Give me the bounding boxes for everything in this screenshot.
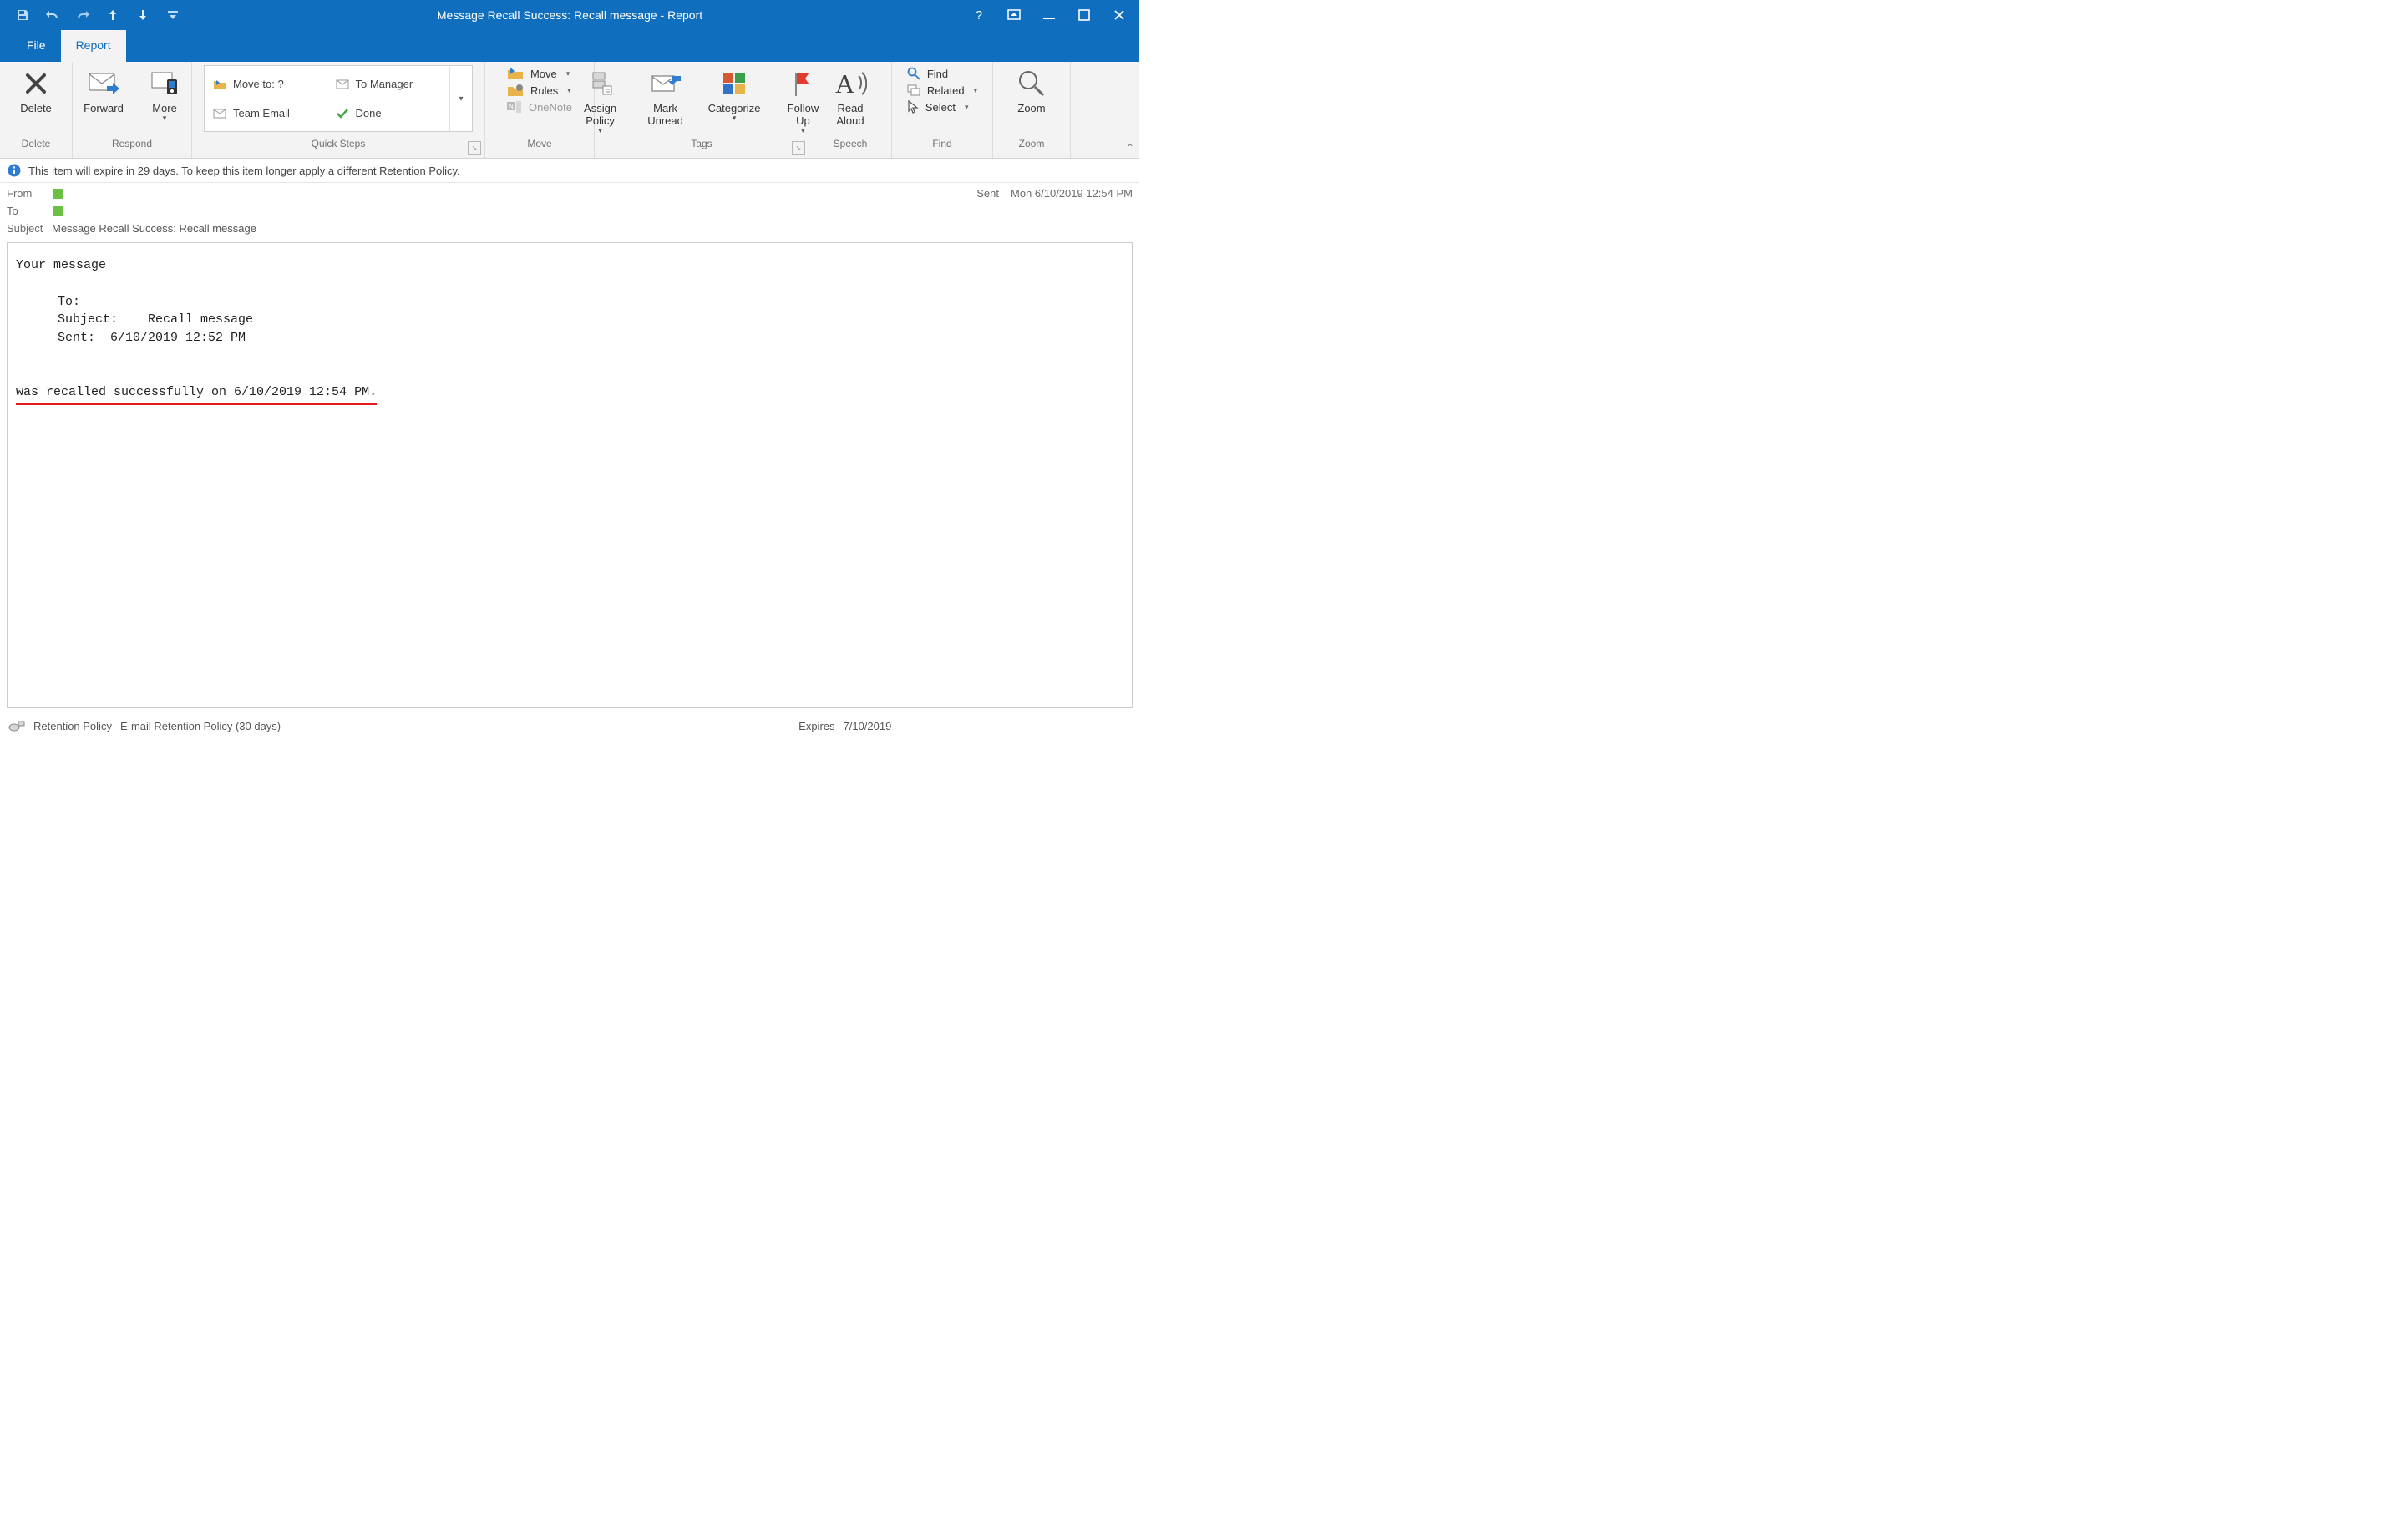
tags-dialog-launcher[interactable]: ↘ — [792, 141, 805, 155]
retention-badge-icon — [8, 719, 25, 732]
body-intro: Your message — [16, 256, 1123, 275]
expires-label: Expires — [798, 720, 834, 732]
tab-report[interactable]: Report — [61, 30, 126, 62]
body-subject-label: Subject: — [58, 312, 118, 327]
window-title: Message Recall Success: Recall message -… — [437, 8, 702, 22]
ribbon-tabs: File Report — [0, 30, 1139, 62]
select-cursor-icon — [907, 100, 919, 114]
minimize-icon[interactable] — [1041, 7, 1057, 23]
tab-file[interactable]: File — [12, 30, 61, 62]
save-icon[interactable] — [15, 8, 30, 23]
presence-indicator — [53, 189, 63, 199]
team-email-icon — [213, 109, 226, 119]
expires-value: 7/10/2019 — [844, 720, 892, 732]
help-icon[interactable]: ? — [971, 7, 987, 23]
categorize-icon — [717, 67, 751, 100]
chevron-down-icon: ▾ — [598, 126, 602, 134]
undo-icon[interactable] — [45, 8, 60, 23]
body-sent-label: Sent: — [58, 331, 95, 345]
find-button[interactable]: Find — [907, 67, 977, 80]
retention-policy-value: E-mail Retention Policy (30 days) — [120, 720, 281, 732]
recall-result-text: was recalled successfully on 6/10/2019 1… — [16, 383, 377, 405]
more-respond-icon — [148, 67, 181, 100]
select-menu[interactable]: Select▾ — [907, 100, 977, 114]
customize-qat-icon[interactable] — [165, 8, 180, 23]
quick-steps-gallery[interactable]: Move to: ? Team Email To Manager Done — [204, 65, 473, 132]
status-bar: Retention Policy E-mail Retention Policy… — [0, 715, 1139, 742]
window-controls: ? — [971, 7, 1139, 23]
ribbon: Delete Delete Forward More ▾ Respond — [0, 62, 1139, 159]
quick-steps-dialog-launcher[interactable]: ↘ — [468, 141, 481, 155]
subject-value: Message Recall Success: Recall message — [52, 222, 256, 235]
quickstep-team-email[interactable]: Team Email — [213, 107, 319, 119]
mark-unread-icon — [649, 67, 682, 100]
info-bar-text: This item will expire in 29 days. To kee… — [28, 165, 460, 177]
group-tags: Assign Policy ▾ Mark Unread Categorize ▾ — [595, 62, 809, 158]
onenote-button: N OneNote — [507, 100, 572, 114]
info-icon — [7, 163, 22, 178]
mark-unread-button[interactable]: Mark Unread — [635, 63, 697, 128]
read-aloud-icon: A — [834, 67, 867, 100]
assign-policy-button[interactable]: Assign Policy ▾ — [570, 63, 631, 134]
message-header: From Sent Mon 6/10/2019 12:54 PM To Subj… — [0, 183, 1139, 237]
retention-policy-label: Retention Policy — [33, 720, 112, 732]
group-delete: Delete Delete — [0, 62, 73, 158]
onenote-icon: N — [507, 100, 522, 114]
subject-label: Subject — [7, 222, 52, 235]
previous-item-icon[interactable] — [105, 8, 120, 23]
chevron-down-icon: ▾ — [801, 126, 805, 134]
categorize-button[interactable]: Categorize ▾ — [700, 63, 769, 122]
svg-text:N: N — [509, 103, 514, 110]
group-respond: Forward More ▾ Respond — [73, 62, 192, 158]
sent-label: Sent — [976, 187, 999, 200]
search-icon — [907, 67, 920, 80]
group-find: Find Related▾ Select▾ Find — [892, 62, 993, 158]
rules-menu[interactable]: Rules▾ — [507, 84, 572, 97]
group-quick-steps: Move to: ? Team Email To Manager Done — [192, 62, 485, 158]
from-label: From — [7, 187, 52, 200]
retention-info-bar: This item will expire in 29 days. To kee… — [0, 159, 1139, 183]
read-aloud-button[interactable]: A Read Aloud — [819, 63, 881, 128]
quick-access-toolbar — [0, 8, 180, 23]
move-menu[interactable]: Move▾ — [507, 67, 572, 80]
svg-text:A: A — [835, 68, 854, 99]
folder-move-icon — [213, 79, 226, 90]
rules-icon — [507, 84, 524, 97]
presence-indicator — [53, 206, 63, 216]
collapse-ribbon-icon[interactable]: ⌃ — [1126, 142, 1134, 154]
forward-button[interactable]: Forward — [73, 63, 134, 115]
forward-icon — [87, 67, 120, 100]
body-sent-value: 6/10/2019 12:52 PM — [110, 331, 246, 345]
body-to-label: To: — [58, 295, 80, 309]
redo-icon[interactable] — [75, 8, 90, 23]
done-check-icon — [336, 108, 349, 119]
title-bar: Message Recall Success: Recall message -… — [0, 0, 1139, 30]
related-icon — [907, 84, 920, 97]
quickstep-to-manager[interactable]: To Manager — [336, 78, 442, 90]
body-subject-value: Recall message — [148, 312, 253, 327]
delete-icon — [19, 67, 53, 100]
assign-policy-icon — [584, 67, 617, 100]
quickstep-move-to[interactable]: Move to: ? — [213, 78, 319, 90]
to-label: To — [7, 205, 52, 217]
move-folder-icon — [507, 67, 524, 80]
group-speech: A Read Aloud Speech — [809, 62, 892, 158]
quick-steps-expand[interactable]: ▾ — [449, 66, 472, 131]
next-item-icon[interactable] — [135, 8, 150, 23]
more-respond-button[interactable]: More ▾ — [138, 63, 191, 122]
zoom-button[interactable]: Zoom — [1001, 63, 1062, 115]
chevron-down-icon: ▾ — [163, 114, 167, 122]
zoom-icon — [1015, 67, 1048, 100]
message-body: Your message To: Subject: Recall message… — [7, 242, 1133, 708]
delete-button[interactable]: Delete — [5, 63, 67, 115]
chevron-down-icon: ▾ — [733, 114, 737, 122]
maximize-icon[interactable] — [1076, 7, 1093, 23]
to-manager-icon — [336, 79, 349, 89]
group-zoom: Zoom Zoom — [993, 62, 1071, 158]
sent-value: Mon 6/10/2019 12:54 PM — [1011, 187, 1133, 200]
close-icon[interactable] — [1111, 7, 1128, 23]
related-menu[interactable]: Related▾ — [907, 84, 977, 97]
quickstep-done[interactable]: Done — [336, 107, 442, 119]
ribbon-display-icon[interactable] — [1006, 7, 1022, 23]
